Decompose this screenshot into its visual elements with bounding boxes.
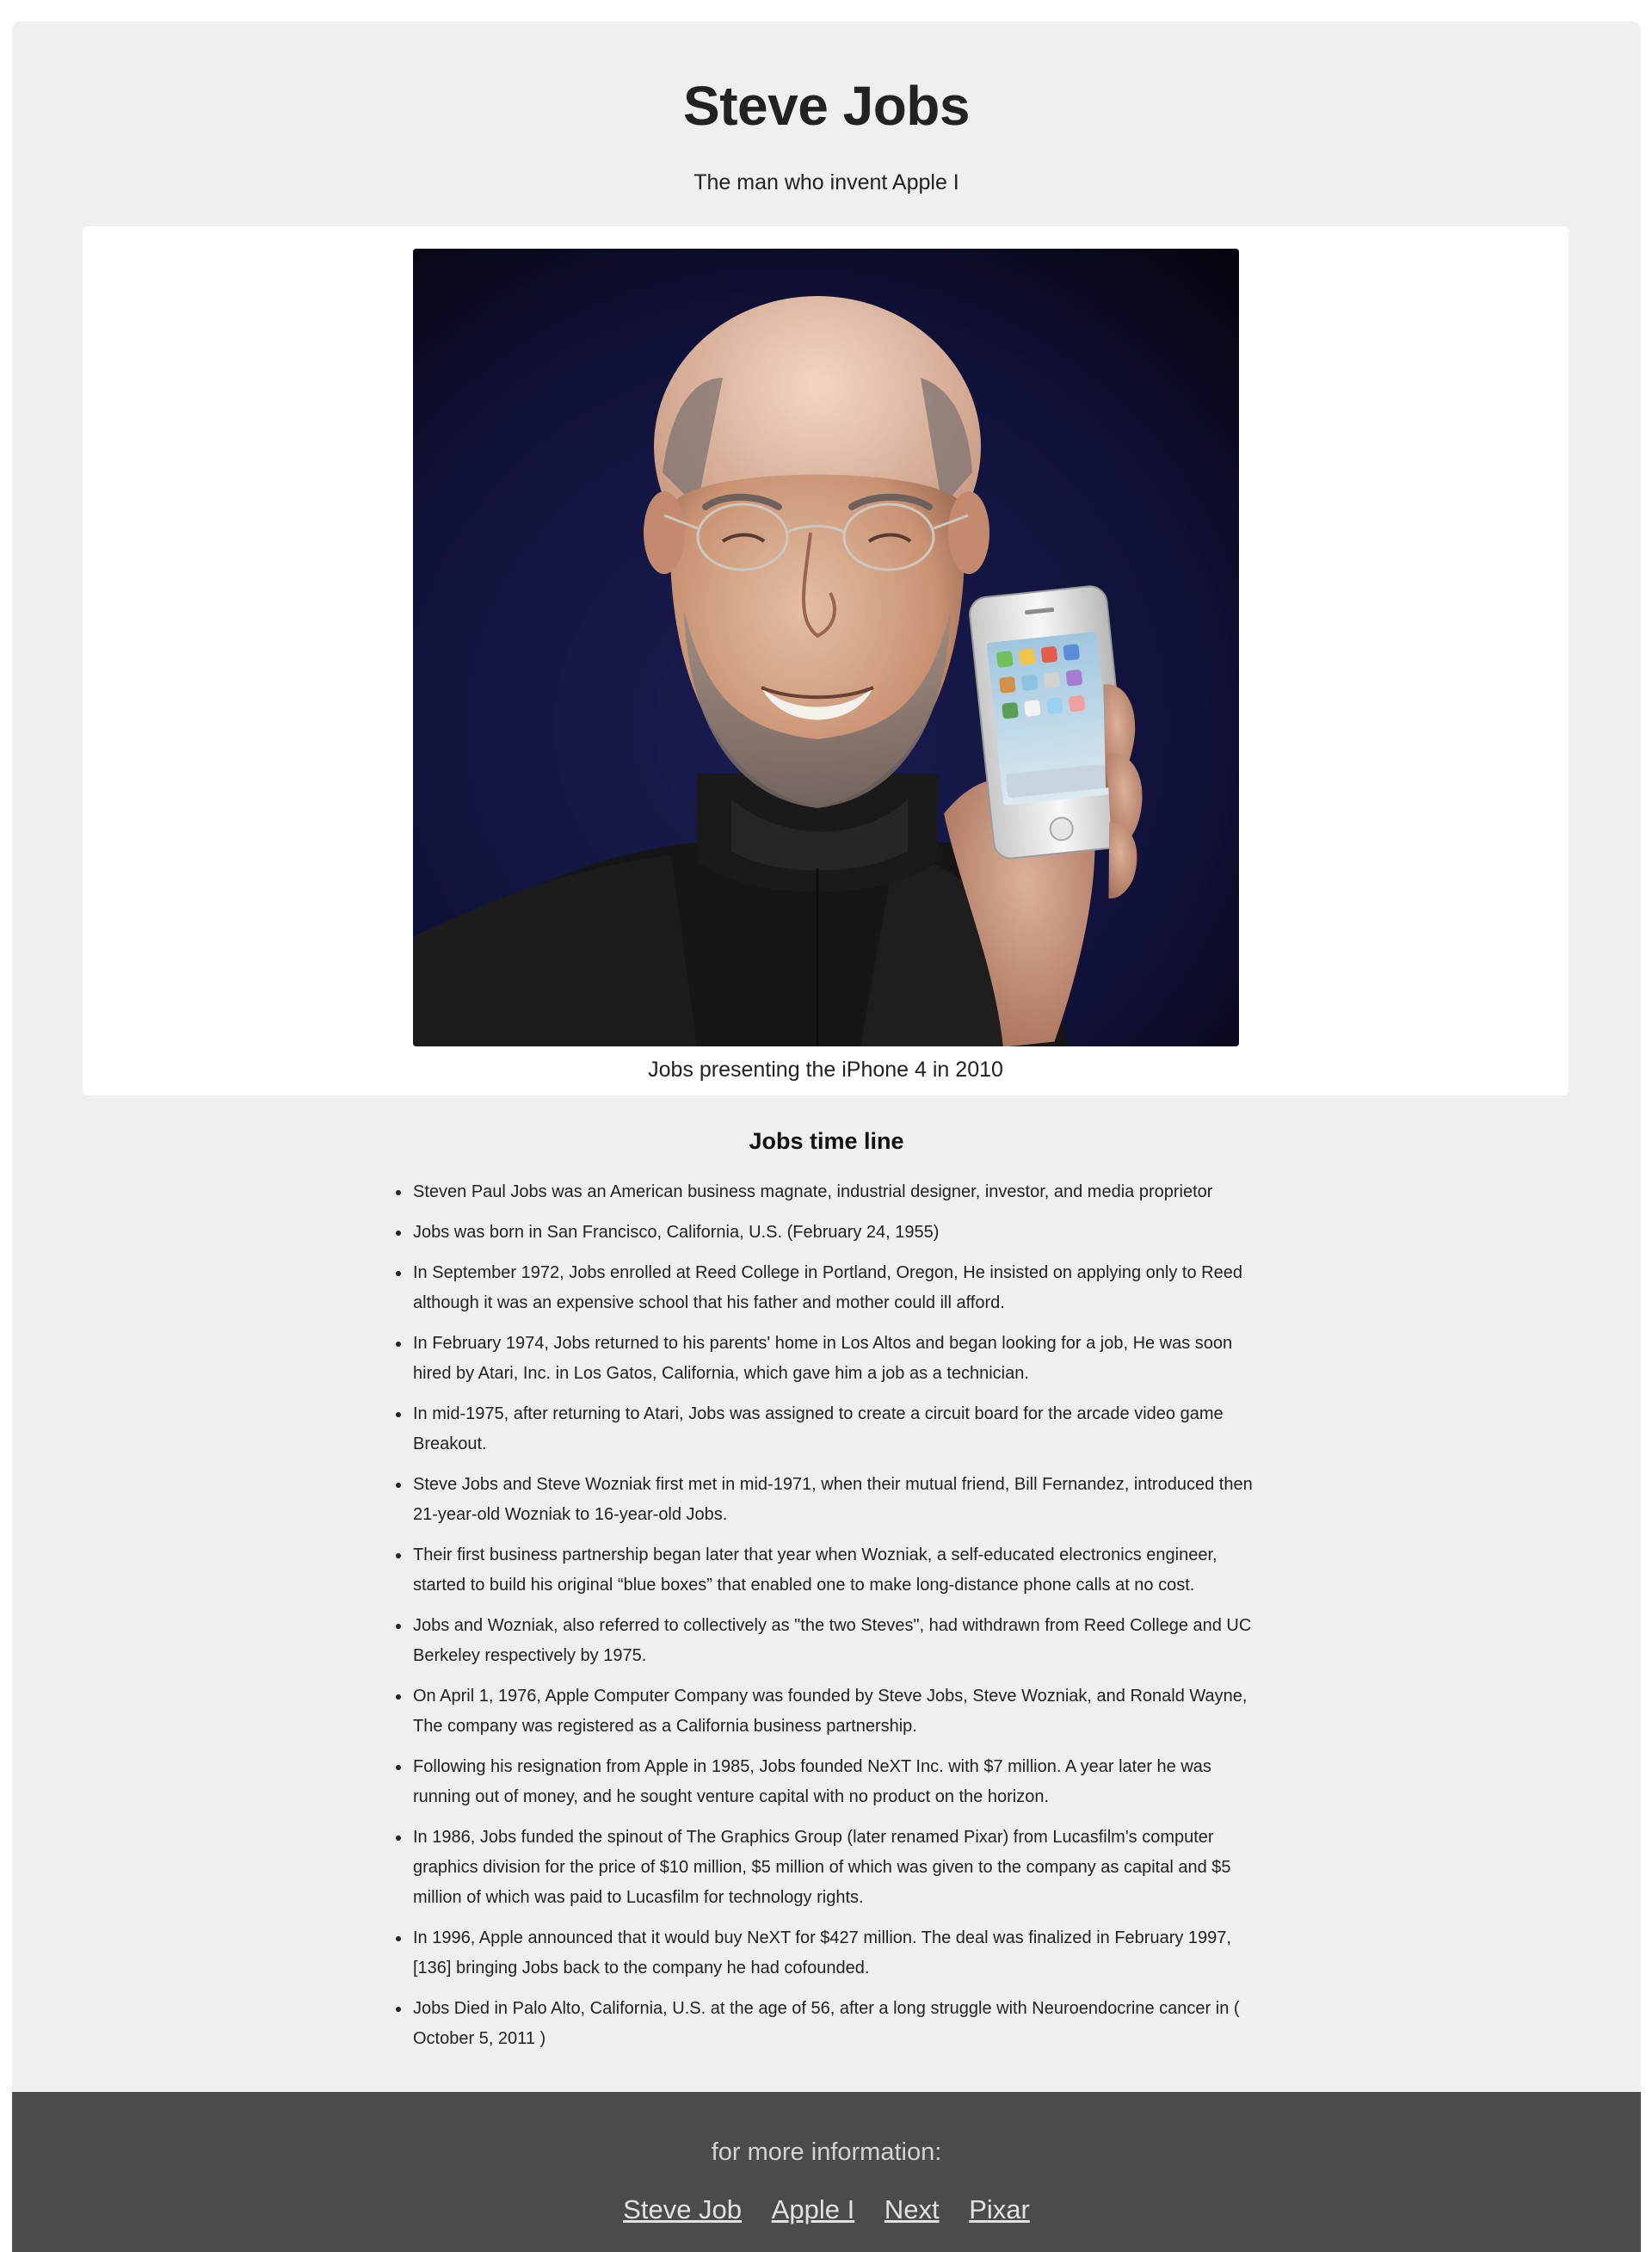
footer-title: for more information: (711, 2138, 942, 2166)
page-title: Steve Jobs (683, 75, 970, 137)
timeline-item: Steven Paul Jobs was an American busines… (396, 1177, 1256, 1207)
timeline-item: Following his resignation from Apple in … (396, 1752, 1256, 1812)
footer-links: Steve Job Apple I Next Pixar (12, 2193, 1641, 2227)
timeline-item: In 1986, Jobs funded the spinout of The … (396, 1823, 1256, 1913)
timeline-heading: Jobs time line (749, 1128, 904, 1154)
image-caption: Jobs presenting the iPhone 4 in 2010 (648, 1058, 1003, 1082)
steve-jobs-photo (413, 249, 1239, 1046)
timeline-item: Steve Jobs and Steve Wozniak first met i… (396, 1470, 1256, 1530)
main-content: Steve Jobs The man who invent Apple I Jo… (12, 22, 1641, 2252)
link-next[interactable]: Next (885, 2194, 940, 2224)
timeline-item: Jobs was born in San Francisco, Californ… (396, 1218, 1256, 1248)
image-card: Jobs presenting the iPhone 4 in 2010 (83, 226, 1569, 1095)
timeline-item: On April 1, 1976, Apple Computer Company… (396, 1681, 1256, 1742)
footer: for more information: Steve Job Apple I … (12, 2092, 1641, 2252)
timeline-item: In 1996, Apple announced that it would b… (396, 1923, 1256, 1984)
page-subtitle: The man who invent Apple I (693, 170, 959, 194)
timeline-item: Jobs Died in Palo Alto, California, U.S.… (396, 1994, 1256, 2054)
timeline-list: Steven Paul Jobs was an American busines… (396, 1177, 1256, 2064)
timeline-item: In September 1972, Jobs enrolled at Reed… (396, 1258, 1256, 1318)
link-steve-job[interactable]: Steve Job (623, 2194, 742, 2224)
timeline-item: Jobs and Wozniak, also referred to colle… (396, 1611, 1256, 1671)
timeline-item: In mid-1975, after returning to Atari, J… (396, 1399, 1256, 1459)
link-pixar[interactable]: Pixar (969, 2194, 1030, 2224)
link-apple-i[interactable]: Apple I (772, 2194, 855, 2224)
timeline-item: In February 1974, Jobs returned to his p… (396, 1329, 1256, 1389)
timeline-item: Their first business partnership began l… (396, 1540, 1256, 1601)
